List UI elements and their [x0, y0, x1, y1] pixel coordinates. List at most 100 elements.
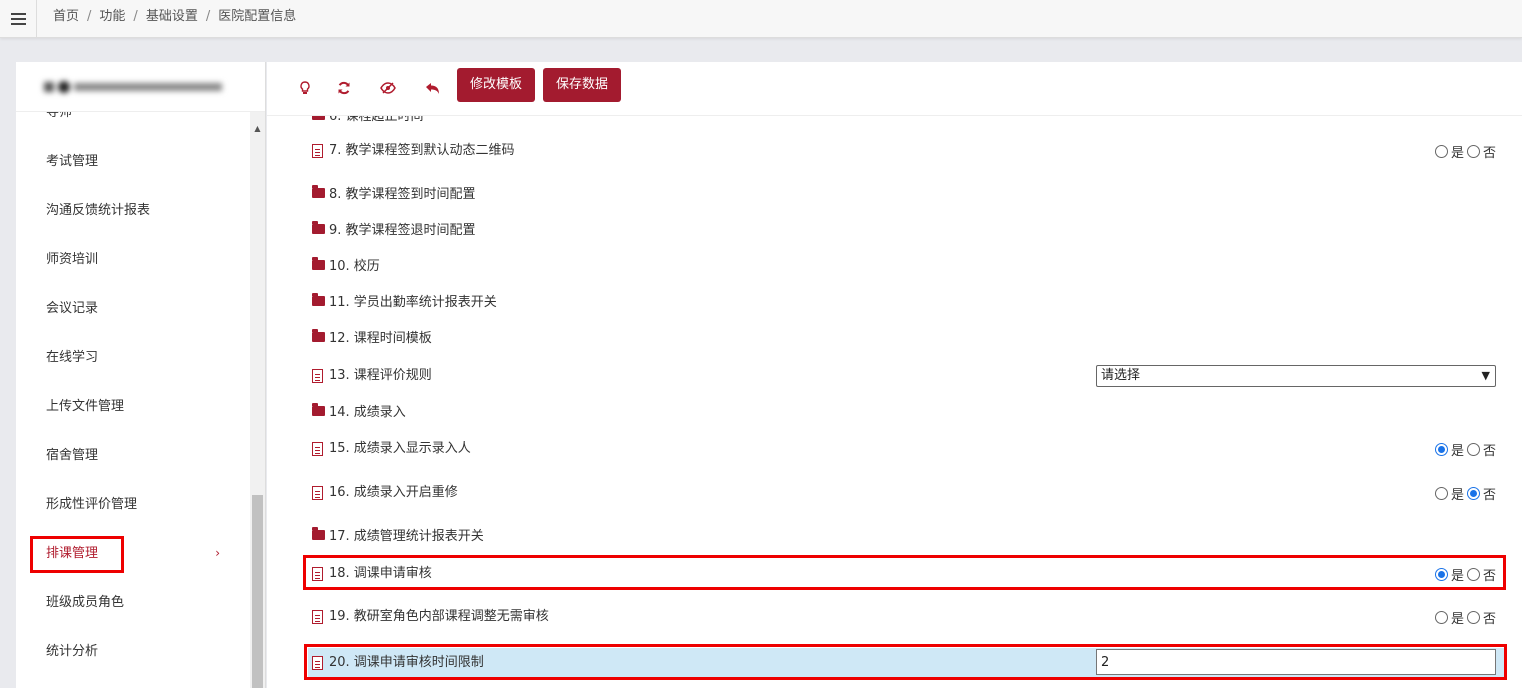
chevron-down-icon: ▼: [1481, 369, 1490, 382]
no-radio[interactable]: [1466, 610, 1480, 624]
sidebar-header: [16, 62, 265, 112]
settings-row[interactable]: 11. 学员出勤率统计报表开关: [267, 288, 1522, 318]
sidebar-item-label: 形成性评价管理: [46, 497, 138, 512]
sidebar-item-label: 班级成员角色: [46, 595, 125, 610]
settings-row[interactable]: 8. 教学课程签到时间配置: [267, 180, 1522, 210]
breadcrumb-basic-settings[interactable]: 基础设置: [146, 9, 198, 24]
yes-radio[interactable]: [1434, 610, 1448, 624]
sidebar-item-file-upload[interactable]: 上传文件管理: [16, 382, 250, 431]
sidebar-scrollbar[interactable]: [250, 112, 265, 688]
breadcrumb-function[interactable]: 功能: [99, 9, 125, 24]
sidebar-menu: 导师 考试管理 沟通反馈统计报表 师资培训 会议记录 在线学习 上传文件管理 宿…: [16, 112, 250, 688]
yes-no-radio-group: 是 否: [1434, 478, 1496, 508]
sidebar-item-class-roles[interactable]: 班级成员角色: [16, 578, 250, 627]
highlight-box: [303, 555, 1506, 590]
settings-row[interactable]: 15. 成绩录入显示录入人 是 否: [267, 434, 1522, 464]
course-eval-rule-select[interactable]: 请选择 ▼: [1096, 365, 1496, 387]
document-icon: [312, 486, 323, 500]
setting-label: 13. 课程评价规则: [329, 368, 432, 383]
setting-label: 7. 教学课程签到默认动态二维码: [329, 143, 515, 158]
settings-list: 6. 课程超正时间 7. 教学课程签到默认动态二维码 是 否 8. 教学课程签到…: [267, 116, 1522, 688]
scrollbar-thumb[interactable]: [252, 495, 263, 688]
setting-label: 11. 学员出勤率统计报表开关: [329, 295, 497, 310]
setting-label: 14. 成绩录入: [329, 405, 406, 420]
no-label: 否: [1482, 487, 1496, 503]
setting-label: 12. 课程时间模板: [329, 331, 432, 346]
select-value: 请选择: [1101, 368, 1141, 383]
undo-icon[interactable]: [422, 78, 442, 98]
highlight-box: [304, 644, 1507, 680]
yes-label: 是: [1450, 611, 1464, 627]
sidebar-item-scheduling[interactable]: 排课管理 ›: [16, 529, 250, 578]
settings-row[interactable]: 9. 教学课程签退时间配置: [267, 216, 1522, 246]
settings-row[interactable]: 17. 成绩管理统计报表开关: [267, 522, 1522, 552]
settings-row[interactable]: 12. 课程时间模板: [267, 324, 1522, 354]
sidebar-item-statistics[interactable]: 统计分析: [16, 627, 250, 676]
document-icon: [312, 369, 323, 383]
sidebar-item-label: 导师: [46, 112, 73, 120]
settings-row[interactable]: 6. 课程超正时间: [267, 116, 1522, 132]
sidebar-item-mentor[interactable]: 导师: [16, 112, 250, 137]
settings-row[interactable]: 16. 成绩录入开启重修 是 否: [267, 478, 1522, 508]
toolbar: 修改模板 保存数据: [267, 62, 1522, 116]
folder-icon: [312, 527, 325, 540]
setting-label: 6. 课程超正时间: [329, 116, 424, 124]
document-icon: [312, 442, 323, 456]
scroll-up-arrow-icon[interactable]: ▲: [250, 122, 265, 136]
chevron-right-icon: ›: [215, 546, 220, 560]
settings-row[interactable]: 7. 教学课程签到默认动态二维码 是 否: [267, 136, 1522, 166]
folder-icon: [312, 116, 325, 120]
setting-label: 10. 校历: [329, 259, 380, 274]
sidebar-item-dormitory[interactable]: 宿舍管理: [16, 431, 250, 480]
sidebar-item-online-learning[interactable]: 在线学习: [16, 333, 250, 382]
edit-template-button[interactable]: 修改模板: [457, 68, 536, 102]
settings-row[interactable]: 14. 成绩录入: [267, 398, 1522, 428]
folder-icon: [312, 185, 325, 198]
folder-icon: [312, 329, 325, 342]
yes-no-radio-group: 是 否: [1434, 136, 1496, 166]
settings-row[interactable]: 10. 校历: [267, 252, 1522, 282]
settings-row[interactable]: 19. 教研室角色内部课程调整无需审核 是 否: [267, 602, 1522, 632]
blurred-hospital-logo: [44, 80, 222, 94]
no-radio[interactable]: [1466, 144, 1480, 158]
folder-icon: [312, 257, 325, 270]
no-radio[interactable]: [1466, 486, 1480, 500]
sidebar-item-exam[interactable]: 考试管理: [16, 137, 250, 186]
sidebar-item-label: 沟通反馈统计报表: [46, 203, 151, 218]
sidebar-item-feedback-report[interactable]: 沟通反馈统计报表: [16, 186, 250, 235]
document-icon: [312, 144, 323, 158]
yes-label: 是: [1450, 487, 1464, 503]
no-radio[interactable]: [1466, 442, 1480, 456]
setting-label: 19. 教研室角色内部课程调整无需审核: [329, 609, 549, 624]
eye-off-icon[interactable]: [378, 78, 398, 98]
settings-row[interactable]: 13. 课程评价规则 请选择 ▼: [267, 361, 1522, 391]
bulb-icon[interactable]: [295, 78, 315, 98]
setting-label: 15. 成绩录入显示录入人: [329, 441, 471, 456]
yes-label: 是: [1450, 145, 1464, 161]
yes-radio[interactable]: [1434, 442, 1448, 456]
sidebar-item-label: 宿舍管理: [46, 448, 99, 463]
breadcrumb-home[interactable]: 首页: [53, 9, 79, 24]
sidebar-item-label: 上传文件管理: [46, 399, 125, 414]
top-bar: 首页 / 功能 / 基础设置 / 医院配置信息: [0, 0, 1522, 38]
menu-toggle-icon[interactable]: [0, 0, 37, 38]
sidebar-item-formative-eval[interactable]: 形成性评价管理: [16, 480, 250, 529]
breadcrumb-current: 医院配置信息: [218, 9, 297, 24]
sidebar-item-label: 考试管理: [46, 154, 99, 169]
main-panel: 修改模板 保存数据 6. 课程超正时间 7. 教学课程签到默认动态二维码 是 否…: [267, 62, 1522, 688]
yes-radio[interactable]: [1434, 144, 1448, 158]
yes-radio[interactable]: [1434, 486, 1448, 500]
sidebar-item-label: 会议记录: [46, 301, 99, 316]
save-data-button[interactable]: 保存数据: [543, 68, 622, 102]
setting-label: 17. 成绩管理统计报表开关: [329, 529, 484, 544]
document-icon: [312, 610, 323, 624]
sidebar-item-meeting-records[interactable]: 会议记录: [16, 284, 250, 333]
breadcrumb: 首页 / 功能 / 基础设置 / 医院配置信息: [53, 9, 297, 24]
sidebar-item-label: 师资培训: [46, 252, 99, 267]
yes-no-radio-group: 是 否: [1434, 434, 1496, 464]
no-label: 否: [1482, 611, 1496, 627]
sidebar-item-teacher-training[interactable]: 师资培训: [16, 235, 250, 284]
refresh-icon[interactable]: [334, 78, 354, 98]
folder-icon: [312, 293, 325, 306]
folder-icon: [312, 403, 325, 416]
